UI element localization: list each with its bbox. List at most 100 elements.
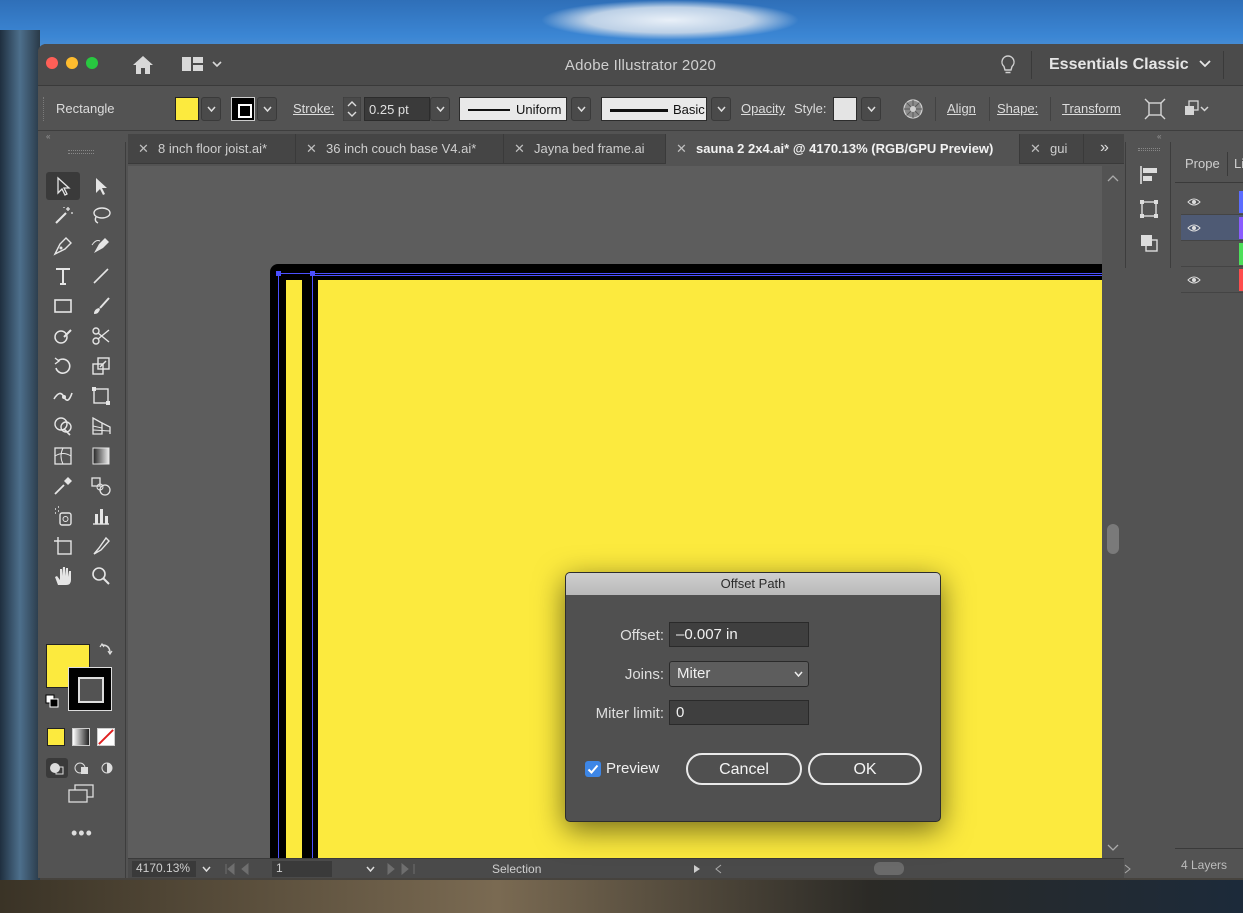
direct-selection-tool[interactable]: [84, 172, 118, 200]
workspace-switcher[interactable]: Essentials Classic: [1049, 56, 1189, 74]
close-tab-icon[interactable]: ✕: [1030, 141, 1041, 157]
stroke-weight-stepper[interactable]: [343, 97, 361, 121]
layer-row[interactable]: [1181, 189, 1243, 215]
zoom-level-field[interactable]: 4170.13%: [132, 861, 196, 877]
stroke-swatch[interactable]: [231, 97, 255, 121]
stroke-color-box[interactable]: [68, 667, 112, 711]
tab-document[interactable]: ✕ Jayna bed frame.ai: [504, 134, 666, 164]
preview-label[interactable]: Preview: [606, 760, 659, 777]
gradient-tool[interactable]: [84, 442, 118, 470]
align-link[interactable]: Align: [947, 101, 976, 116]
blend-tool[interactable]: [84, 472, 118, 500]
shape-link[interactable]: Shape:: [997, 101, 1038, 116]
opacity-link[interactable]: Opacity: [741, 101, 785, 116]
collapse-toolbar-icon[interactable]: «: [46, 132, 50, 141]
eye-icon[interactable]: [1187, 275, 1201, 285]
layer-row-selected[interactable]: [1181, 215, 1243, 241]
swap-fill-stroke-icon[interactable]: [99, 642, 113, 656]
close-tab-icon[interactable]: ✕: [514, 141, 525, 157]
eye-icon[interactable]: [1187, 197, 1201, 207]
perspective-grid-tool[interactable]: [84, 412, 118, 440]
curvature-tool[interactable]: [84, 232, 118, 260]
status-menu-icon[interactable]: [693, 864, 701, 874]
tab-document[interactable]: ✕ 8 inch floor joist.ai*: [128, 134, 296, 164]
next-last-artboard-icon[interactable]: [384, 863, 428, 875]
color-mode-button[interactable]: [47, 728, 65, 746]
stroke-weight-input[interactable]: 0.25 pt: [364, 97, 430, 121]
preview-checkbox[interactable]: [585, 761, 601, 777]
rectangle-tool[interactable]: [46, 292, 80, 320]
layer-row[interactable]: [1181, 241, 1243, 267]
stroke-color-dropdown[interactable]: [257, 97, 277, 121]
scissors-tool[interactable]: [84, 322, 118, 350]
shaper-tool[interactable]: [46, 322, 80, 350]
offset-input[interactable]: –0.007 in: [669, 622, 809, 647]
selection-tool[interactable]: [46, 172, 80, 200]
tab-properties[interactable]: Prope: [1185, 156, 1220, 171]
tab-document-active[interactable]: ✕ sauna 2 2x4.ai* @ 4170.13% (RGB/GPU Pre…: [666, 134, 1020, 164]
draw-inside-button[interactable]: [96, 758, 118, 778]
recolor-artwork-icon[interactable]: [902, 98, 924, 120]
collapse-dock-icon[interactable]: «: [1157, 132, 1161, 141]
brush-dropdown[interactable]: [711, 97, 731, 121]
line-segment-tool[interactable]: [84, 262, 118, 290]
tab-document[interactable]: ✕ gui: [1020, 134, 1084, 164]
dock-grip[interactable]: [1138, 148, 1160, 151]
first-prev-artboard-icon[interactable]: [224, 863, 268, 875]
align-panel-icon[interactable]: [1138, 164, 1160, 186]
horizontal-scroll-thumb[interactable]: [874, 862, 904, 875]
transform-panel-icon[interactable]: [1138, 198, 1160, 220]
edit-toolbar-icon[interactable]: •••: [71, 823, 93, 844]
scroll-down-icon[interactable]: [1107, 844, 1119, 852]
symbol-sprayer-tool[interactable]: [46, 502, 80, 530]
joins-select[interactable]: Miter: [669, 661, 809, 687]
pen-tool[interactable]: [46, 232, 80, 260]
stroke-panel-link[interactable]: Stroke:: [293, 101, 334, 116]
pathfinder-panel-icon[interactable]: [1138, 232, 1160, 254]
transform-each-icon[interactable]: [1144, 98, 1166, 120]
arrange-icon[interactable]: [1183, 98, 1209, 120]
hand-tool[interactable]: [46, 562, 80, 590]
chevron-down-icon[interactable]: [366, 866, 375, 872]
stroke-weight-dropdown[interactable]: [430, 97, 450, 121]
draw-behind-button[interactable]: [71, 758, 93, 778]
shape-builder-tool[interactable]: [46, 412, 80, 440]
fill-swatch[interactable]: [175, 97, 199, 121]
scroll-thumb[interactable]: [1107, 524, 1119, 554]
paintbrush-tool[interactable]: [84, 292, 118, 320]
type-tool[interactable]: [46, 262, 80, 290]
zoom-tool[interactable]: [84, 562, 118, 590]
miter-limit-input[interactable]: 0: [669, 700, 809, 725]
scale-tool[interactable]: [84, 352, 118, 380]
magic-wand-tool[interactable]: [46, 202, 80, 230]
artboard-tool[interactable]: [46, 532, 80, 560]
profile-dropdown[interactable]: [571, 97, 591, 121]
width-tool[interactable]: [46, 382, 80, 410]
screen-mode-icon[interactable]: [66, 784, 96, 804]
lasso-tool[interactable]: [84, 202, 118, 230]
close-tab-icon[interactable]: ✕: [306, 141, 317, 157]
chevron-down-icon[interactable]: [202, 866, 211, 872]
graph-tool[interactable]: [84, 502, 118, 530]
close-tab-icon[interactable]: ✕: [676, 141, 687, 157]
cancel-button[interactable]: Cancel: [686, 753, 802, 785]
vertical-scrollbar[interactable]: [1102, 166, 1124, 858]
variable-width-profile[interactable]: Uniform: [459, 97, 567, 121]
layer-row[interactable]: [1181, 267, 1243, 293]
brush-definition[interactable]: Basic: [601, 97, 707, 121]
ok-button[interactable]: OK: [808, 753, 922, 785]
none-mode-button[interactable]: [97, 728, 115, 746]
graphic-style-swatch[interactable]: [833, 97, 857, 121]
eyedropper-tool[interactable]: [46, 472, 80, 500]
eye-icon[interactable]: [1187, 223, 1201, 233]
draw-normal-button[interactable]: [46, 758, 68, 778]
anchor-point[interactable]: [310, 271, 315, 276]
close-tab-icon[interactable]: ✕: [138, 141, 149, 157]
anchor-point[interactable]: [276, 271, 281, 276]
fill-dropdown[interactable]: [201, 97, 221, 121]
scroll-left-icon[interactable]: [714, 864, 722, 874]
chevron-down-icon[interactable]: [1199, 60, 1211, 68]
default-colors-icon[interactable]: [45, 694, 59, 708]
more-tabs-icon[interactable]: »: [1100, 139, 1109, 157]
lightbulb-icon[interactable]: [999, 54, 1017, 76]
